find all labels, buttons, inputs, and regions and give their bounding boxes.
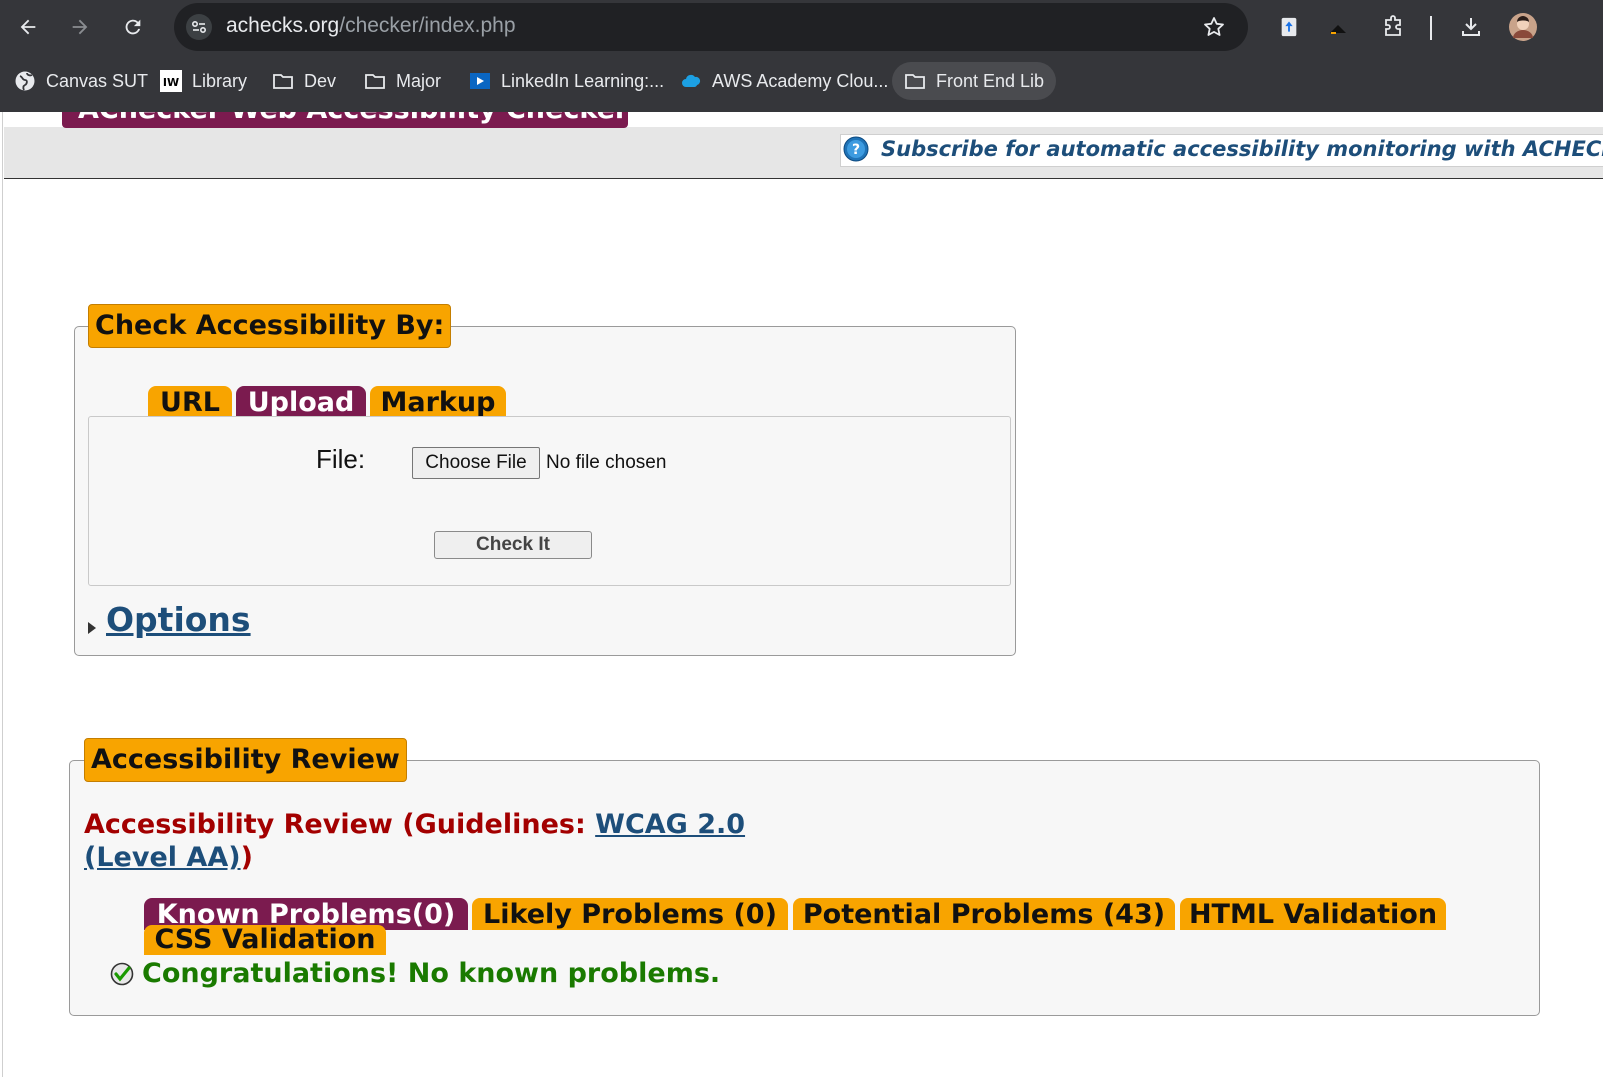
accessibility-review-legend: Accessibility Review (84, 738, 407, 782)
extension-upload-icon[interactable] (1274, 12, 1304, 42)
extension-dark-icon[interactable] (1324, 12, 1354, 42)
site-title-banner: AChecker Web Accessibility Checker (62, 112, 628, 128)
reload-icon[interactable] (116, 10, 150, 44)
bookmark-front-end-lib[interactable]: Front End Lib (892, 62, 1057, 100)
folder-icon (272, 70, 294, 92)
bookmark-label: AWS Academy Clou... (712, 70, 889, 91)
download-icon[interactable] (1456, 12, 1486, 42)
browser-chrome: achecks.org/checker/index.php Canvas SUT… (0, 0, 1603, 112)
bookmark-star-icon[interactable] (1202, 15, 1226, 39)
review-heading-prefix: Accessibility Review (Guidelines: (84, 809, 596, 840)
result-text: Congratulations! No known problems. (142, 958, 721, 989)
svg-text:IW: IW (163, 76, 179, 89)
checkmark-icon (110, 962, 134, 986)
subscribe-text: Subscribe for automatic accessibility mo… (881, 137, 1603, 161)
bookmark-label: Major (396, 70, 442, 91)
page-content: ? Subscribe for automatic accessibility … (0, 112, 1603, 1077)
check-it-button[interactable]: Check It (434, 531, 592, 559)
url-host: achecks.org (226, 14, 340, 37)
tab-css-validation[interactable]: CSS Validation (144, 925, 386, 955)
bookmark-label: Canvas SUT (46, 70, 149, 91)
bookmark-major[interactable]: Major (364, 62, 441, 100)
page-edge-line (2, 112, 3, 1077)
bookmark-label: LinkedIn Learning:... (501, 70, 665, 91)
cloud-icon (680, 70, 702, 92)
bookmark-canvas-sut[interactable]: Canvas SUT (14, 62, 148, 100)
file-label: File: (316, 444, 366, 474)
tab-upload[interactable]: Upload (236, 386, 366, 418)
folder-icon (904, 70, 926, 92)
tab-markup[interactable]: Markup (370, 386, 506, 418)
bookmark-linkedin-learning[interactable]: LinkedIn Learning:... (469, 62, 664, 100)
bookmark-dev[interactable]: Dev (272, 62, 336, 100)
globe-icon (14, 70, 36, 92)
back-icon[interactable] (11, 10, 45, 44)
url-text[interactable]: achecks.org/checker/index.php (226, 14, 516, 38)
bookmark-library[interactable]: IW Library (160, 62, 247, 100)
address-bar[interactable]: achecks.org/checker/index.php (174, 3, 1248, 51)
forward-icon[interactable] (63, 10, 97, 44)
subscribe-link[interactable]: ? Subscribe for automatic accessibility … (840, 134, 1603, 167)
bookmark-aws-academy[interactable]: AWS Academy Clou... (680, 62, 888, 100)
choose-file-button[interactable]: Choose File (412, 447, 540, 479)
upload-panel (88, 416, 1011, 586)
site-info-icon[interactable] (186, 14, 212, 40)
site-title: AChecker Web Accessibility Checker (78, 112, 628, 125)
folder-icon (364, 70, 386, 92)
result-message: Congratulations! No known problems. (110, 958, 720, 989)
options-link[interactable]: Options (106, 600, 251, 639)
svg-text:?: ? (852, 142, 860, 158)
extensions-puzzle-icon[interactable] (1378, 12, 1408, 42)
check-accessibility-legend: Check Accessibility By: (88, 304, 452, 348)
help-icon: ? (843, 136, 869, 162)
tab-likely-problems[interactable]: Likely Problems (0) (472, 898, 788, 930)
expand-arrow-icon[interactable] (88, 622, 96, 634)
toolbar-divider (1430, 16, 1432, 40)
bookmark-label: Front End Lib (936, 70, 1045, 91)
iw-icon: IW (160, 70, 182, 92)
review-heading-suffix: ) (240, 842, 253, 873)
tab-potential-problems[interactable]: Potential Problems (43) (793, 898, 1175, 930)
tab-html-validation[interactable]: HTML Validation (1180, 898, 1446, 930)
bookmark-label: Library (192, 70, 248, 91)
url-path: /checker/index.php (339, 14, 516, 37)
profile-avatar-icon[interactable] (1508, 12, 1538, 42)
bookmark-label: Dev (304, 70, 337, 91)
review-heading: Accessibility Review (Guidelines: WCAG 2… (84, 808, 844, 874)
file-status-text: No file chosen (546, 452, 667, 473)
tab-url[interactable]: URL (148, 386, 232, 418)
subscribe-bar: ? Subscribe for automatic accessibility … (4, 127, 1603, 179)
bookmarks-bar: Canvas SUT IW Library Dev Major LinkedIn… (0, 58, 1603, 104)
linkedin-learning-icon (469, 70, 491, 92)
